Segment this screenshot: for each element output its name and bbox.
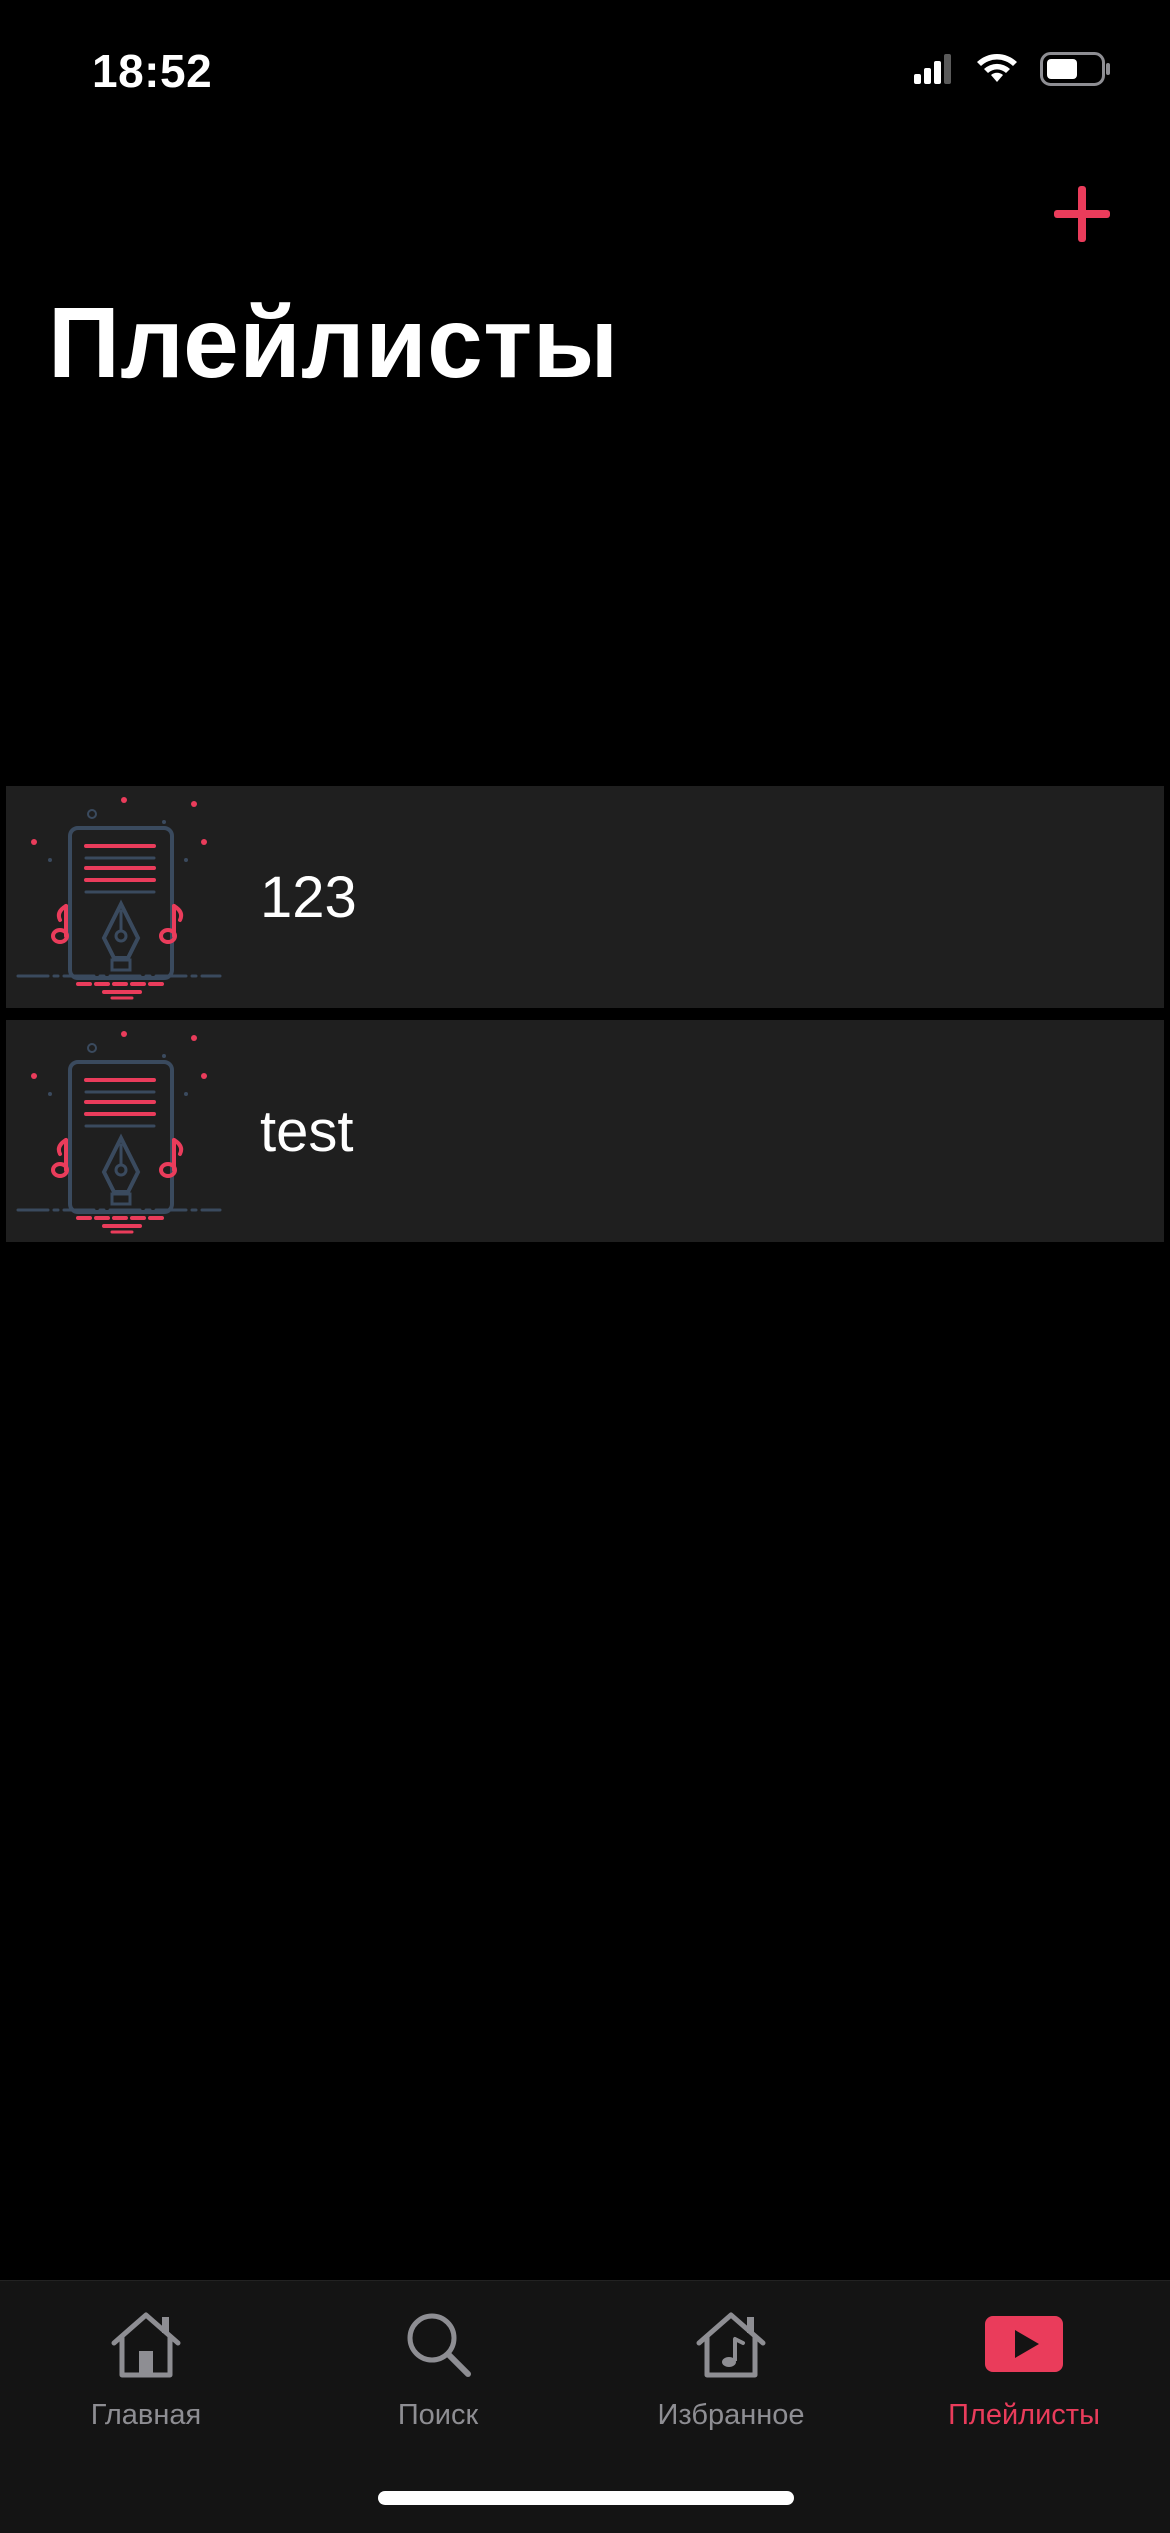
- search-icon: [395, 2301, 481, 2387]
- playlist-name: 123: [260, 864, 357, 930]
- playlist-row[interactable]: test: [6, 1020, 1164, 1242]
- music-sheet-pen-icon: [16, 1031, 222, 1234]
- tab-label: Плейлисты: [948, 2399, 1100, 2431]
- tab-playlists[interactable]: Плейлисты: [878, 2301, 1170, 2461]
- tab-label: Главная: [90, 2399, 202, 2431]
- music-sheet-pen-icon: [16, 797, 222, 1000]
- status-bar: 18:52: [0, 0, 1170, 140]
- tab-home[interactable]: Главная: [0, 2301, 292, 2461]
- playlist-list: 123 test: [6, 786, 1164, 1254]
- play-icon: [981, 2301, 1067, 2387]
- tab-label: Поиск: [397, 2399, 479, 2431]
- status-icons: [914, 52, 1112, 86]
- home-icon: [103, 2301, 189, 2387]
- home-indicator: [378, 2491, 794, 2505]
- playlist-name: test: [260, 1098, 354, 1164]
- add-playlist-button[interactable]: [1044, 176, 1120, 252]
- plus-icon: [1054, 186, 1110, 242]
- tab-label: Избранное: [657, 2399, 805, 2431]
- tab-favorites[interactable]: Избранное: [585, 2301, 877, 2461]
- battery-icon: [1040, 52, 1110, 86]
- wifi-icon: [977, 54, 1017, 82]
- cellular-signal-icon: [914, 54, 951, 84]
- tab-bar: Главная Поиск Избранное Плейлисты: [0, 2280, 1170, 2533]
- tab-search[interactable]: Поиск: [292, 2301, 584, 2461]
- music-house-icon: [688, 2301, 774, 2387]
- playlist-row[interactable]: 123: [6, 786, 1164, 1008]
- status-time: 18:52: [92, 45, 213, 97]
- page-title: Плейлисты: [48, 287, 619, 399]
